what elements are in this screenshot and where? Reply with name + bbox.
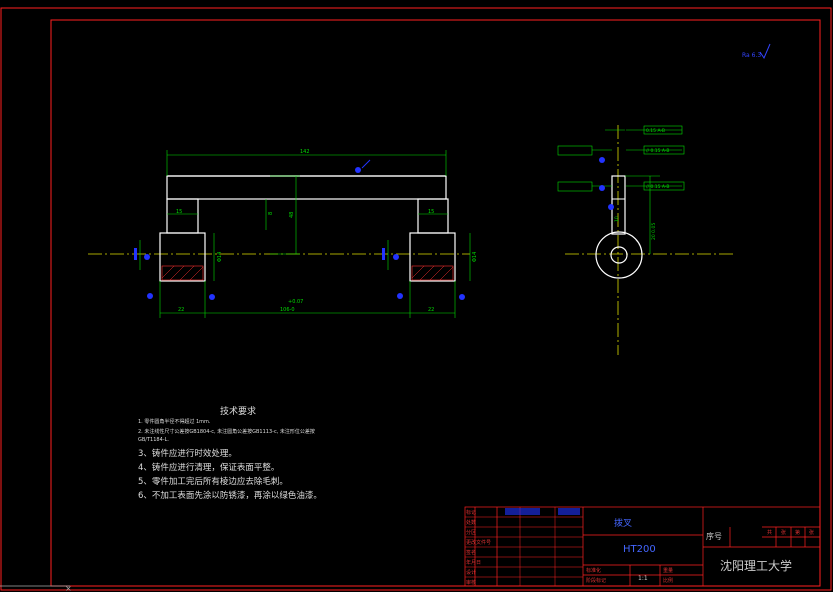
mid-label-4: 比例	[663, 578, 674, 584]
svg-text:142: 142	[300, 149, 310, 155]
sheet-label-1: 共	[767, 530, 773, 536]
cad-drawing: Ra 6.3 142 15 15 22 22 106-0 +0.07 8 48 …	[0, 7, 832, 592]
roughness-symbol: Ra 6.3	[742, 43, 771, 60]
note-4: 4、铸件应进行清理，保证表面平整。	[138, 463, 280, 473]
row-label-6: 年月日	[466, 560, 482, 566]
svg-text:Ra 6.3: Ra 6.3	[742, 52, 761, 59]
mid-label-2: 阶段标记	[586, 578, 607, 584]
svg-text:15: 15	[428, 209, 434, 215]
svg-text:Φ14: Φ14	[472, 252, 478, 262]
sheet-label-3: 第	[795, 530, 801, 536]
left-col-1: 设计	[466, 570, 477, 576]
row-label-4: 更改文件号	[466, 540, 492, 546]
right-boss	[409, 232, 456, 282]
right-collar	[417, 198, 449, 234]
svg-text:48: 48	[289, 212, 295, 218]
side-bore	[610, 246, 628, 264]
svg-text:15: 15	[176, 209, 182, 215]
left-collar	[166, 198, 199, 234]
surface-marks	[134, 159, 465, 300]
svg-text:Φ14: Φ14	[217, 252, 223, 262]
row-label-1: 标记	[466, 510, 477, 516]
note-6: 6、不加工表面先涂以防锈漆，再涂以绿色油漆。	[138, 491, 322, 501]
outer-border	[0, 7, 832, 591]
note-2-cont: GB/T1184-L.	[138, 437, 169, 443]
svg-text:×: ×	[65, 584, 72, 592]
left-boss	[159, 232, 206, 282]
svg-text:20 0.05: 20 0.05	[651, 223, 657, 240]
note-2: 2. 未注线性尺寸公差按GB1804-c, 未注圆角公差按GB1113-c, 未…	[138, 429, 315, 435]
inner-frame	[50, 19, 821, 587]
note-3: 3、铸件应进行时效处理。	[138, 449, 237, 459]
svg-text:10: 10	[614, 216, 620, 222]
row-label-2: 处数	[466, 520, 477, 526]
svg-text:// 0.15 A-B: // 0.15 A-B	[646, 184, 669, 190]
note-1: 1. 零件圆角半径不得超过 1mm.	[138, 419, 211, 425]
part-name: 拨叉	[614, 519, 633, 529]
svg-text:106-0: 106-0	[280, 307, 295, 313]
fork-bar	[166, 175, 447, 200]
mid-label-1: 标准化	[586, 568, 602, 574]
tech-requirements-title: 技术要求	[220, 407, 257, 417]
svg-text:// 0.15 A-B: // 0.15 A-B	[646, 148, 669, 154]
school-name: 沈阳理工大学	[720, 559, 793, 573]
mid-label-3: 重量	[663, 568, 674, 574]
row-label-5: 签名	[466, 550, 477, 556]
row-label-3: 分区	[466, 530, 477, 536]
svg-text:0.15 A-B: 0.15 A-B	[646, 128, 665, 134]
svg-text:8: 8	[268, 212, 274, 215]
note-5: 5、零件加工完后所有棱边应去除毛刺。	[138, 477, 288, 487]
svg-text:22: 22	[178, 307, 184, 313]
svg-text:+0.07: +0.07	[288, 299, 303, 305]
material: HT200	[623, 544, 656, 555]
sheet-label-4: 张	[809, 530, 815, 536]
side-web	[611, 175, 626, 235]
side-boss	[595, 231, 643, 279]
seq-label: 序号	[706, 532, 722, 541]
sheet-label-2: 张	[781, 530, 787, 536]
left-col-2: 审核	[466, 580, 477, 586]
svg-text:22: 22	[428, 307, 434, 313]
scale: 1:1	[638, 575, 648, 582]
